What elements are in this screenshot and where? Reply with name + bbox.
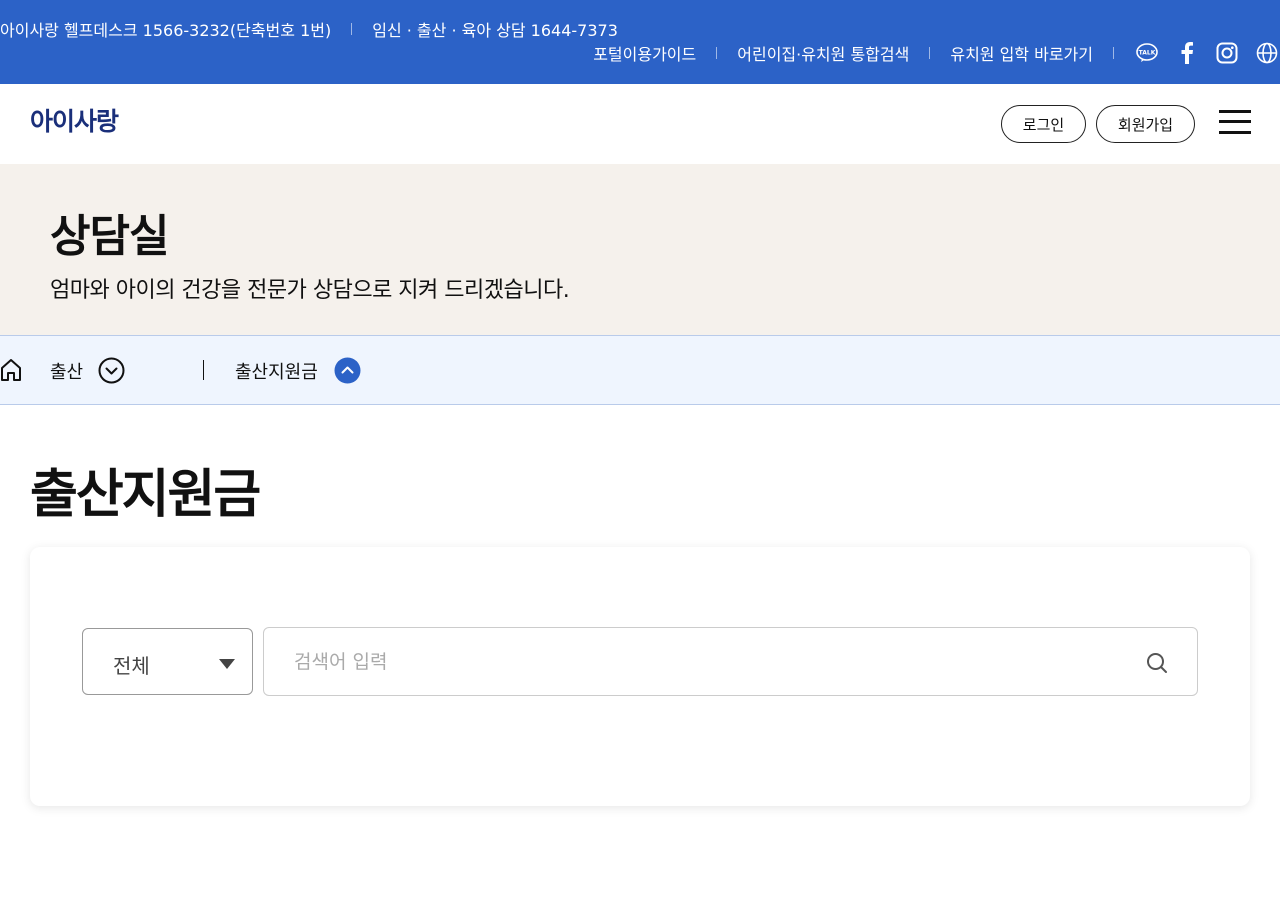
search-input[interactable] xyxy=(294,646,1114,678)
chevron-up-icon[interactable] xyxy=(334,357,361,384)
hero-title: 상담실 xyxy=(50,211,169,262)
site-header: 아이사랑 로그인 회원가입 xyxy=(0,84,1280,164)
page-title: 출산지원금 xyxy=(30,465,261,525)
divider xyxy=(1113,47,1114,59)
menu-icon[interactable] xyxy=(1219,110,1251,134)
facebook-icon[interactable] xyxy=(1174,40,1200,66)
signup-button[interactable]: 회원가입 xyxy=(1096,105,1195,143)
instagram-icon[interactable] xyxy=(1214,40,1240,66)
breadcrumb-level1[interactable]: 출산 xyxy=(50,358,83,384)
menu-bar xyxy=(1219,120,1251,123)
search-icon[interactable] xyxy=(1146,652,1168,674)
breadcrumb-divider xyxy=(203,360,204,380)
helpline-info: 아이사랑 헬프데스크 1566-3232(단축번호 1번) 임신 · 출산 · … xyxy=(0,18,618,40)
kakaotalk-icon[interactable]: TALK xyxy=(1134,40,1160,66)
kindergarten-admission-link[interactable]: 유치원 입학 바로가기 xyxy=(950,41,1093,65)
svg-text:TALK: TALK xyxy=(1139,50,1156,57)
integrated-search-link[interactable]: 어린이집·유치원 통합검색 xyxy=(737,41,909,65)
top-utility-bar: 아이사랑 헬프데스크 1566-3232(단축번호 1번) 임신 · 출산 · … xyxy=(0,0,1280,84)
category-select[interactable]: 전체 xyxy=(82,628,253,695)
menu-bar xyxy=(1219,110,1251,113)
social-links: TALK xyxy=(1134,40,1280,66)
site-logo[interactable]: 아이사랑 xyxy=(30,102,119,138)
divider xyxy=(929,47,931,59)
helpdesk-text: 아이사랑 헬프데스크 1566-3232(단축번호 1번) xyxy=(0,21,332,40)
breadcrumb-level2[interactable]: 출산지원금 xyxy=(235,358,318,384)
globe-icon[interactable] xyxy=(1254,40,1280,66)
breadcrumb: 출산 출산지원금 xyxy=(0,335,1280,405)
home-icon[interactable] xyxy=(0,358,22,382)
divider xyxy=(351,23,353,35)
menu-bar xyxy=(1219,131,1251,134)
login-button[interactable]: 로그인 xyxy=(1001,105,1086,143)
hero-banner: 상담실 엄마와 아이의 건강을 전문가 상담으로 지켜 드리겠습니다. xyxy=(0,164,1280,335)
portal-guide-link[interactable]: 포털이용가이드 xyxy=(593,41,696,65)
category-select-value: 전체 xyxy=(113,654,150,678)
counsel-text: 임신 · 출산 · 육아 상담 1644-7373 xyxy=(372,21,618,40)
hero-subtitle: 엄마와 아이의 건강을 전문가 상담으로 지켜 드리겠습니다. xyxy=(50,278,570,303)
search-panel: 전체 xyxy=(30,547,1250,806)
caret-down-icon xyxy=(219,659,235,669)
divider xyxy=(716,47,718,59)
search-field xyxy=(263,627,1198,696)
utility-links: 포털이용가이드 어린이집·유치원 통합검색 유치원 입학 바로가기 TALK xyxy=(593,40,1280,66)
chevron-down-icon[interactable] xyxy=(98,357,125,384)
